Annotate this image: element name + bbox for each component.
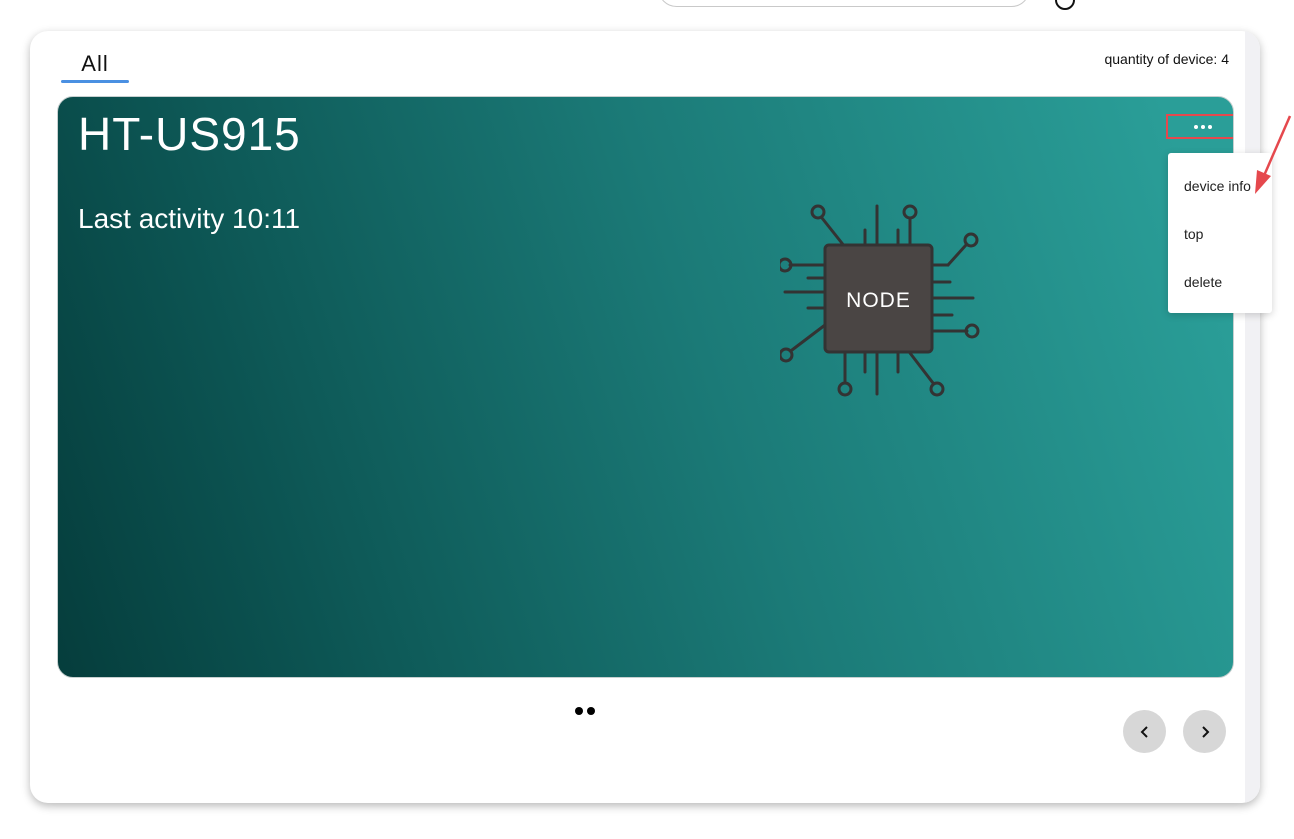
device-name: HT-US915 (78, 108, 301, 160)
pagination-dots (575, 707, 595, 715)
help-icon[interactable] (1055, 0, 1075, 10)
tab-active-indicator (61, 80, 129, 83)
prev-button[interactable] (1123, 710, 1166, 753)
more-options-button[interactable] (1166, 114, 1233, 139)
chevron-left-icon (1140, 725, 1148, 738)
device-card[interactable]: HT-US915 Last activity 10:11 NODE (57, 96, 1234, 678)
annotation-arrow-icon (1255, 115, 1292, 194)
page-dot[interactable] (587, 707, 595, 715)
menu-item-device-info[interactable]: device info (1184, 178, 1251, 194)
menu-item-top[interactable]: top (1184, 226, 1203, 242)
menu-item-delete[interactable]: delete (1184, 274, 1222, 290)
tab-all-label: All (81, 51, 109, 76)
chevron-right-icon (1201, 725, 1209, 738)
search-input[interactable] (658, 0, 1030, 7)
tab-all[interactable]: All (61, 51, 129, 83)
chip-label: NODE (846, 289, 911, 312)
last-activity: Last activity 10:11 (78, 203, 301, 234)
page-dot[interactable] (575, 707, 583, 715)
more-horizontal-icon (1193, 124, 1212, 129)
device-panel: All quantity of device: 4 HT-US915 Last … (30, 31, 1260, 803)
next-button[interactable] (1183, 710, 1226, 753)
device-count: quantity of device: 4 (1104, 51, 1229, 67)
